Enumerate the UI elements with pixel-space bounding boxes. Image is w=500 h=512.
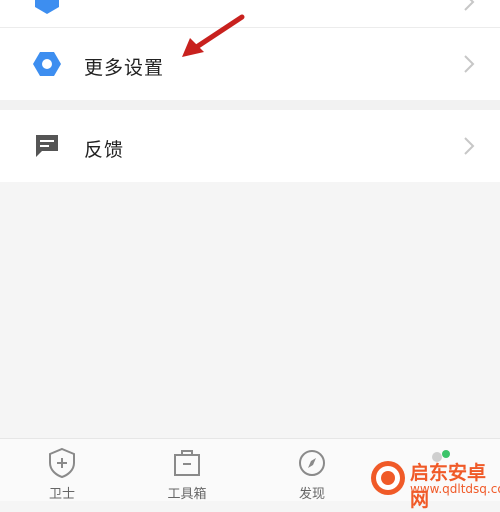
chevron-right-icon: [464, 0, 475, 11]
settings-item-partial[interactable]: [0, 0, 500, 28]
feedback-icon: [30, 129, 64, 163]
tab-toolbox-label: 工具箱: [167, 487, 207, 502]
tab-discover-label: 发现: [298, 487, 325, 502]
watermark-logo-icon: [371, 461, 405, 495]
settings-item-icon: [30, 0, 64, 18]
shield-plus-icon: [49, 447, 75, 479]
feedback-item[interactable]: 反馈: [0, 110, 500, 182]
section-divider: [0, 100, 500, 110]
chevron-right-icon: [464, 137, 475, 155]
chevron-right-icon: [464, 55, 475, 73]
hexagon-settings-icon: [30, 47, 64, 81]
feedback-label: 反馈: [84, 139, 125, 161]
more-settings-label: 更多设置: [84, 57, 165, 79]
more-settings-item[interactable]: 更多设置: [0, 28, 500, 100]
toolbox-icon: [174, 450, 200, 476]
site-watermark-logo: 启东安卓网 www.qdltdsq.com: [368, 456, 500, 511]
tab-guard[interactable]: 卫士: [12, 439, 112, 502]
tab-guard-label: 卫士: [48, 487, 75, 502]
compass-icon: [299, 450, 325, 476]
tab-toolbox[interactable]: 工具箱: [137, 439, 237, 502]
tab-discover[interactable]: 发现: [262, 439, 362, 502]
annotation-arrow-icon: [182, 14, 245, 57]
watermark-url: www.qdltdsq.com: [410, 482, 500, 496]
